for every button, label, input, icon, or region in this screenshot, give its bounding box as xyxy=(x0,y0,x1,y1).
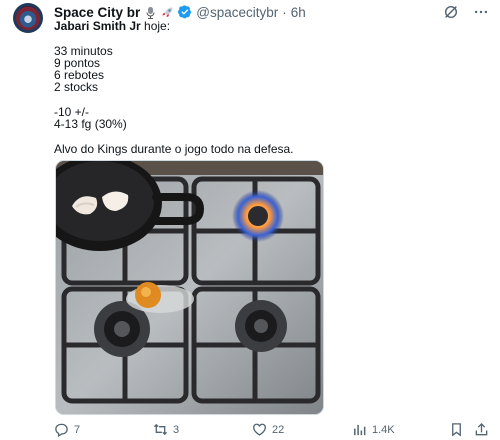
efficiency-block: -10 +/- 4-13 fg (30%) xyxy=(54,105,127,132)
header-actions xyxy=(442,3,490,21)
avatar[interactable] xyxy=(13,3,43,33)
repost-count: 3 xyxy=(173,423,180,436)
reply-icon xyxy=(55,423,68,437)
share-button[interactable] xyxy=(474,422,489,437)
reply-button[interactable]: 7 xyxy=(54,422,80,437)
reply-count: 7 xyxy=(74,423,81,436)
display-name[interactable]: Space City br xyxy=(54,5,140,20)
like-button[interactable]: 22 xyxy=(252,422,284,437)
repost-icon xyxy=(153,423,168,436)
views-button[interactable]: 1.4K xyxy=(352,422,395,437)
comment-line: Alvo do Kings durante o jogo todo na def… xyxy=(54,141,294,156)
rocket-emoji-icon xyxy=(161,6,174,19)
more-options-icon[interactable] xyxy=(472,3,490,21)
verified-badge-icon xyxy=(178,5,192,19)
tweet: Space City br @spacecitybr · 6h Jabari S… xyxy=(0,0,500,440)
view-count: 1.4K xyxy=(372,423,395,436)
subject-suffix: hoje: xyxy=(140,19,171,33)
post-image[interactable] xyxy=(55,160,324,415)
stats-block: 33 minutos 9 pontos 6 rebotes 2 stocks xyxy=(54,43,113,95)
repost-button[interactable]: 3 xyxy=(153,422,179,437)
stove-illustration xyxy=(56,161,323,414)
grok-icon[interactable] xyxy=(442,3,460,21)
bookmark-icon xyxy=(452,423,461,437)
action-bar: 7 3 22 1.4K xyxy=(54,422,490,438)
author-handle[interactable]: @spacecitybr xyxy=(196,5,278,20)
post-time[interactable]: 6h xyxy=(291,5,306,20)
separator-dot: · xyxy=(282,4,287,20)
microphone-emoji-icon xyxy=(144,6,157,19)
views-icon xyxy=(354,424,366,436)
tweet-text: Jabari Smith Jr hoje: 33 minutos 9 ponto… xyxy=(54,20,294,155)
heart-icon xyxy=(253,423,266,436)
subject-name: Jabari Smith Jr xyxy=(54,19,141,33)
share-icon xyxy=(475,422,488,436)
like-count: 22 xyxy=(272,423,285,436)
bookmark-button[interactable] xyxy=(449,422,464,437)
